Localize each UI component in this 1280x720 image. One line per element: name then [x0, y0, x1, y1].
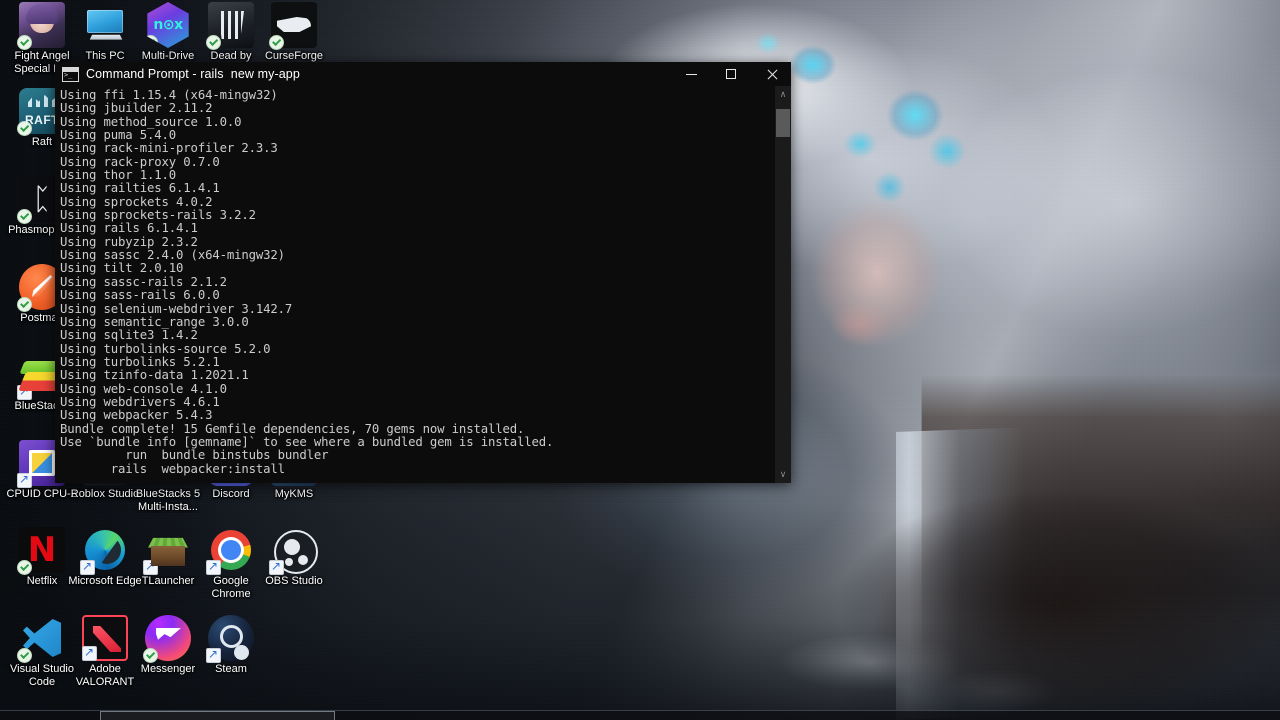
console-line: Using sassc-rails 2.1.2 — [60, 274, 227, 289]
console-scrollbar[interactable]: ∧ ∨ — [775, 86, 791, 483]
window-body[interactable]: Using ffi 1.15.4 (x64-mingw32) Using jbui… — [55, 86, 791, 483]
curseforge-icon — [269, 2, 317, 50]
shortcut-arrow-icon — [143, 560, 158, 575]
valorant-icon — [82, 615, 128, 661]
console-line: Using turbolinks 5.2.1 — [60, 354, 220, 369]
sync-check-icon — [143, 648, 158, 663]
desktop-icon-steam[interactable]: Steam — [194, 615, 268, 676]
console-line: Using railties 6.1.4.1 — [60, 181, 220, 196]
scrollbar-track[interactable] — [775, 103, 791, 466]
console-line: Use `bundle info [gemname]` to see where… — [60, 434, 554, 449]
console-line: Using sprockets 4.0.2 — [60, 194, 213, 209]
window-titlebar[interactable]: Command Prompt - rails new my-app — [55, 62, 791, 86]
vscode-icon — [17, 615, 65, 663]
desktop-icon-curseforge[interactable]: CurseForge — [257, 2, 331, 63]
console-line: Using webdrivers 4.6.1 — [60, 394, 220, 409]
console-line: Using selenium-webdriver 3.142.7 — [60, 301, 293, 316]
thispc-icon — [82, 2, 128, 48]
sync-check-icon — [206, 35, 221, 50]
console-line: run bundle binstubs bundler — [60, 448, 329, 463]
console-line: Using jbuilder 2.11.2 — [60, 101, 213, 116]
console-line: Using semantic_range 3.0.0 — [60, 314, 249, 329]
edge-icon — [80, 527, 128, 575]
shortcut-arrow-icon — [82, 646, 97, 661]
scroll-down-arrow[interactable]: ∨ — [775, 466, 791, 483]
desktop-icon-label: Steam — [215, 663, 247, 675]
obs-icon — [269, 527, 318, 575]
window-controls[interactable] — [671, 62, 791, 86]
close-button[interactable] — [751, 62, 791, 86]
console-line: Using sass-rails 6.0.0 — [60, 288, 220, 303]
command-prompt-window[interactable]: Command Prompt - rails new my-app Using … — [55, 62, 791, 483]
console-line: Using ffi 1.15.4 (x64-mingw32) — [60, 88, 278, 102]
sync-check-icon — [17, 121, 32, 136]
console-line: Using tilt 2.0.10 — [60, 261, 184, 276]
maximize-button[interactable] — [711, 62, 751, 86]
console-line: rails webpacker:install — [60, 461, 285, 476]
console-line: Using rails 6.1.4.1 — [60, 221, 198, 236]
console-line: Using sqlite3 1.4.2 — [60, 328, 198, 343]
desktop-icon-label: MyKMS — [274, 488, 314, 500]
scroll-up-arrow[interactable]: ∧ — [775, 86, 791, 103]
window-title: Command Prompt - rails new my-app — [86, 67, 300, 81]
sync-check-icon — [17, 35, 32, 50]
console-line: Using webpacker 5.4.3 — [60, 408, 213, 423]
console-line: Using puma 5.4.0 — [60, 128, 177, 143]
desktop-icon-label: OBS Studio — [265, 575, 323, 587]
netflix-icon — [17, 527, 65, 575]
desktop-icon-label: CurseForge — [264, 50, 324, 62]
command-prompt-icon — [62, 66, 79, 82]
desktop-icon-obs-studio[interactable]: OBS Studio — [257, 527, 331, 588]
taskbar-active-window-button[interactable] — [100, 711, 335, 720]
console-line: Using web-console 4.1.0 — [60, 381, 227, 396]
console-line: Using thor 1.1.0 — [60, 168, 177, 183]
maximize-icon — [726, 69, 736, 79]
desktop[interactable]: Fight Angel Special E...This PCMulti-Dri… — [0, 0, 1280, 720]
close-icon — [766, 69, 777, 80]
fightangel-icon — [17, 2, 65, 50]
console-line: Using method_source 1.0.0 — [60, 114, 242, 129]
shortcut-arrow-icon — [206, 560, 221, 575]
shortcut-arrow-icon — [206, 648, 221, 663]
console-line: Bundle complete! 15 Gemfile dependencies… — [60, 421, 525, 436]
sync-check-icon — [17, 648, 32, 663]
minimize-icon — [685, 73, 697, 75]
deadby-icon — [206, 2, 254, 50]
sync-check-icon — [17, 297, 32, 312]
sync-check-icon — [147, 35, 158, 48]
sync-check-icon — [17, 560, 32, 575]
console-line: Using rack-mini-profiler 2.3.3 — [60, 141, 278, 156]
console-line: Using tzinfo-data 1.2021.1 — [60, 368, 249, 383]
scrollbar-thumb[interactable] — [776, 109, 790, 137]
taskbar[interactable] — [0, 710, 1280, 720]
sync-check-icon — [17, 209, 32, 224]
console-output[interactable]: Using ffi 1.15.4 (x64-mingw32) Using jbui… — [55, 86, 775, 483]
messenger-icon — [143, 615, 191, 663]
minimize-button[interactable] — [671, 62, 711, 86]
nox-icon — [147, 2, 189, 48]
console-line: Using sprockets-rails 3.2.2 — [60, 208, 256, 223]
shortcut-arrow-icon — [17, 473, 32, 488]
steam-icon — [206, 615, 254, 663]
sync-check-icon — [269, 35, 284, 50]
console-line: Using turbolinks-source 5.2.0 — [60, 341, 271, 356]
tlauncher-icon — [143, 527, 191, 575]
chrome-icon — [206, 527, 254, 575]
console-line: Using sassc 2.4.0 (x64-mingw32) — [60, 248, 285, 263]
shortcut-arrow-icon — [80, 560, 95, 575]
shortcut-arrow-icon — [269, 560, 284, 575]
console-line: Using rubyzip 2.3.2 — [60, 234, 198, 249]
titlebar-left: Command Prompt - rails new my-app — [55, 66, 300, 82]
console-line: Using rack-proxy 0.7.0 — [60, 154, 220, 169]
shortcut-arrow-icon — [17, 385, 32, 400]
